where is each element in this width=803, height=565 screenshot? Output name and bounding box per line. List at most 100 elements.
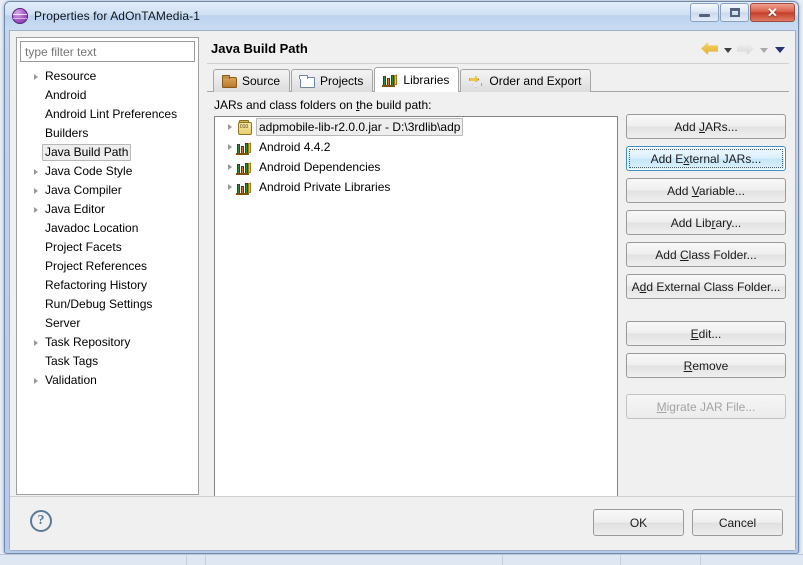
sidebar-item-label: Server [45,316,81,330]
list-item[interactable]: Android Private Libraries [215,177,617,197]
tab-libraries[interactable]: Libraries [374,67,460,92]
properties-dialog-window: Properties for AdOnTAMedia-1 ✕ Reso [4,1,799,554]
expand-chevron-right-icon[interactable] [223,117,236,137]
sidebar-item-resource[interactable]: Resource [18,67,197,86]
forward-button[interactable] [737,42,755,58]
purple-sphere-icon [12,8,28,24]
add-external-class-folder-button[interactable]: Add External Class Folder... [626,274,786,299]
tab-projects[interactable]: Projects [291,69,374,92]
sidebar-item-validation[interactable]: Validation [18,371,197,390]
expand-chevron-right-icon[interactable] [30,67,42,86]
sidebar-item-server[interactable]: Server [18,314,197,333]
expand-chevron-right-icon[interactable] [223,157,236,177]
list-item-label: Android 4.4.2 [259,140,331,154]
sidebar-item-java-compiler[interactable]: Java Compiler [18,181,197,200]
back-button[interactable] [701,42,719,58]
sidebar-item-android[interactable]: Android [18,86,197,105]
sidebar-item-label: Run/Debug Settings [45,297,153,311]
sidebar-item-label: Android Lint Preferences [45,107,178,121]
button-label: Migrate JAR File... [656,399,756,414]
forward-history-chevron-down-icon[interactable] [760,47,768,53]
edit-button[interactable]: Edit... [626,321,786,346]
sidebar-item-label: Resource [45,69,97,83]
sidebar-item-label: Javadoc Location [45,221,139,235]
sidebar-item-run-debug-settings[interactable]: Run/Debug Settings [18,295,197,314]
add-class-folder-button[interactable]: Add Class Folder... [626,242,786,267]
build-path-entries-list[interactable]: adpmobile-lib-r2.0.0.jar - D:\3rdlib\adp… [214,116,618,517]
title-bar[interactable]: Properties for AdOnTAMedia-1 ✕ [5,2,798,30]
remove-button[interactable]: Remove [626,353,786,378]
button-label: Edit... [690,326,722,341]
add-library-button[interactable]: Add Library... [626,210,786,235]
back-history-chevron-down-icon[interactable] [724,47,732,53]
tab-order-and-export[interactable]: Order and Export [460,69,592,92]
jar-icon [236,119,253,135]
list-item-label: adpmobile-lib-r2.0.0.jar - D:\3rdlib\adp [256,118,464,136]
expand-chevron-right-icon[interactable] [223,177,236,197]
close-button[interactable]: ✕ [750,3,795,22]
sidebar-item-javadoc-location[interactable]: Javadoc Location [18,219,197,238]
button-label: Add Class Folder... [655,247,757,262]
list-item[interactable]: adpmobile-lib-r2.0.0.jar - D:\3rdlib\adp [215,117,617,137]
add-external-jars-button[interactable]: Add External JARs... [626,146,786,171]
question-mark-icon[interactable]: ? [30,510,52,532]
add-variable-button[interactable]: Add Variable... [626,178,786,203]
window-controls: ✕ [690,3,795,22]
package-icon [221,74,237,88]
sidebar-item-project-facets[interactable]: Project Facets [18,238,197,257]
sidebar-item-java-editor[interactable]: Java Editor [18,200,197,219]
migrate-jar-file-button: Migrate JAR File... [626,394,786,419]
button-label: Add External JARs... [650,151,762,166]
button-label: Add Variable... [667,183,745,198]
expand-chevron-right-icon[interactable] [223,137,236,157]
sidebar-item-refactoring-history[interactable]: Refactoring History [18,276,197,295]
dialog-client-area: Resource Android Android Lint Preferences B… [9,30,796,551]
preference-tree[interactable]: Resource Android Android Lint Preferences B… [18,67,197,493]
maximize-button[interactable] [720,3,749,22]
sidebar-item-label: Java Code Style [45,164,133,178]
sidebar-item-android-lint-preferences[interactable]: Android Lint Preferences [18,105,197,124]
expand-chevron-right-icon[interactable] [30,162,42,181]
sidebar-item-java-code-style[interactable]: Java Code Style [18,162,197,181]
cancel-button[interactable]: Cancel [692,509,783,536]
expand-chevron-right-icon[interactable] [30,371,42,390]
ok-button[interactable]: OK [593,509,684,536]
sidebar-item-label: Android [45,88,87,102]
sidebar-item-task-tags[interactable]: Task Tags [18,352,197,371]
preference-tree-panel: Resource Android Android Lint Preferences B… [16,37,199,495]
list-item[interactable]: Android 4.4.2 [215,137,617,157]
forward-arrow-icon [737,42,754,55]
sidebar-item-project-references[interactable]: Project References [18,257,197,276]
expand-chevron-right-icon[interactable] [30,181,42,200]
books-icon [382,73,398,87]
sidebar-item-builders[interactable]: Builders [18,124,197,143]
order-arrows-icon [468,74,484,88]
sidebar-item-task-repository[interactable]: Task Repository [18,333,197,352]
sidebar-item-java-build-path[interactable]: Java Build Path [18,143,197,162]
expand-chevron-right-icon[interactable] [30,200,42,219]
footer-buttons: OK Cancel [593,509,783,536]
view-menu-chevron-down-icon[interactable] [775,47,785,53]
close-icon: ✕ [767,5,778,20]
filter-input[interactable] [20,41,195,62]
expand-chevron-right-icon[interactable] [30,333,42,352]
minimize-icon [699,13,710,17]
back-arrow-icon [701,42,718,55]
list-item[interactable]: Android Dependencies [215,157,617,177]
build-path-actions: Add JARs... Add External JARs... Add Varia… [626,114,786,426]
list-item-label: Android Private Libraries [259,180,391,194]
sidebar-item-label: Validation [45,373,97,387]
tab-source[interactable]: Source [213,69,291,92]
minimize-button[interactable] [690,3,719,22]
add-jars-button[interactable]: Add JARs... [626,114,786,139]
tab-label: Source [242,74,281,88]
desktop-background: Properties for AdOnTAMedia-1 ✕ Reso [0,0,803,565]
